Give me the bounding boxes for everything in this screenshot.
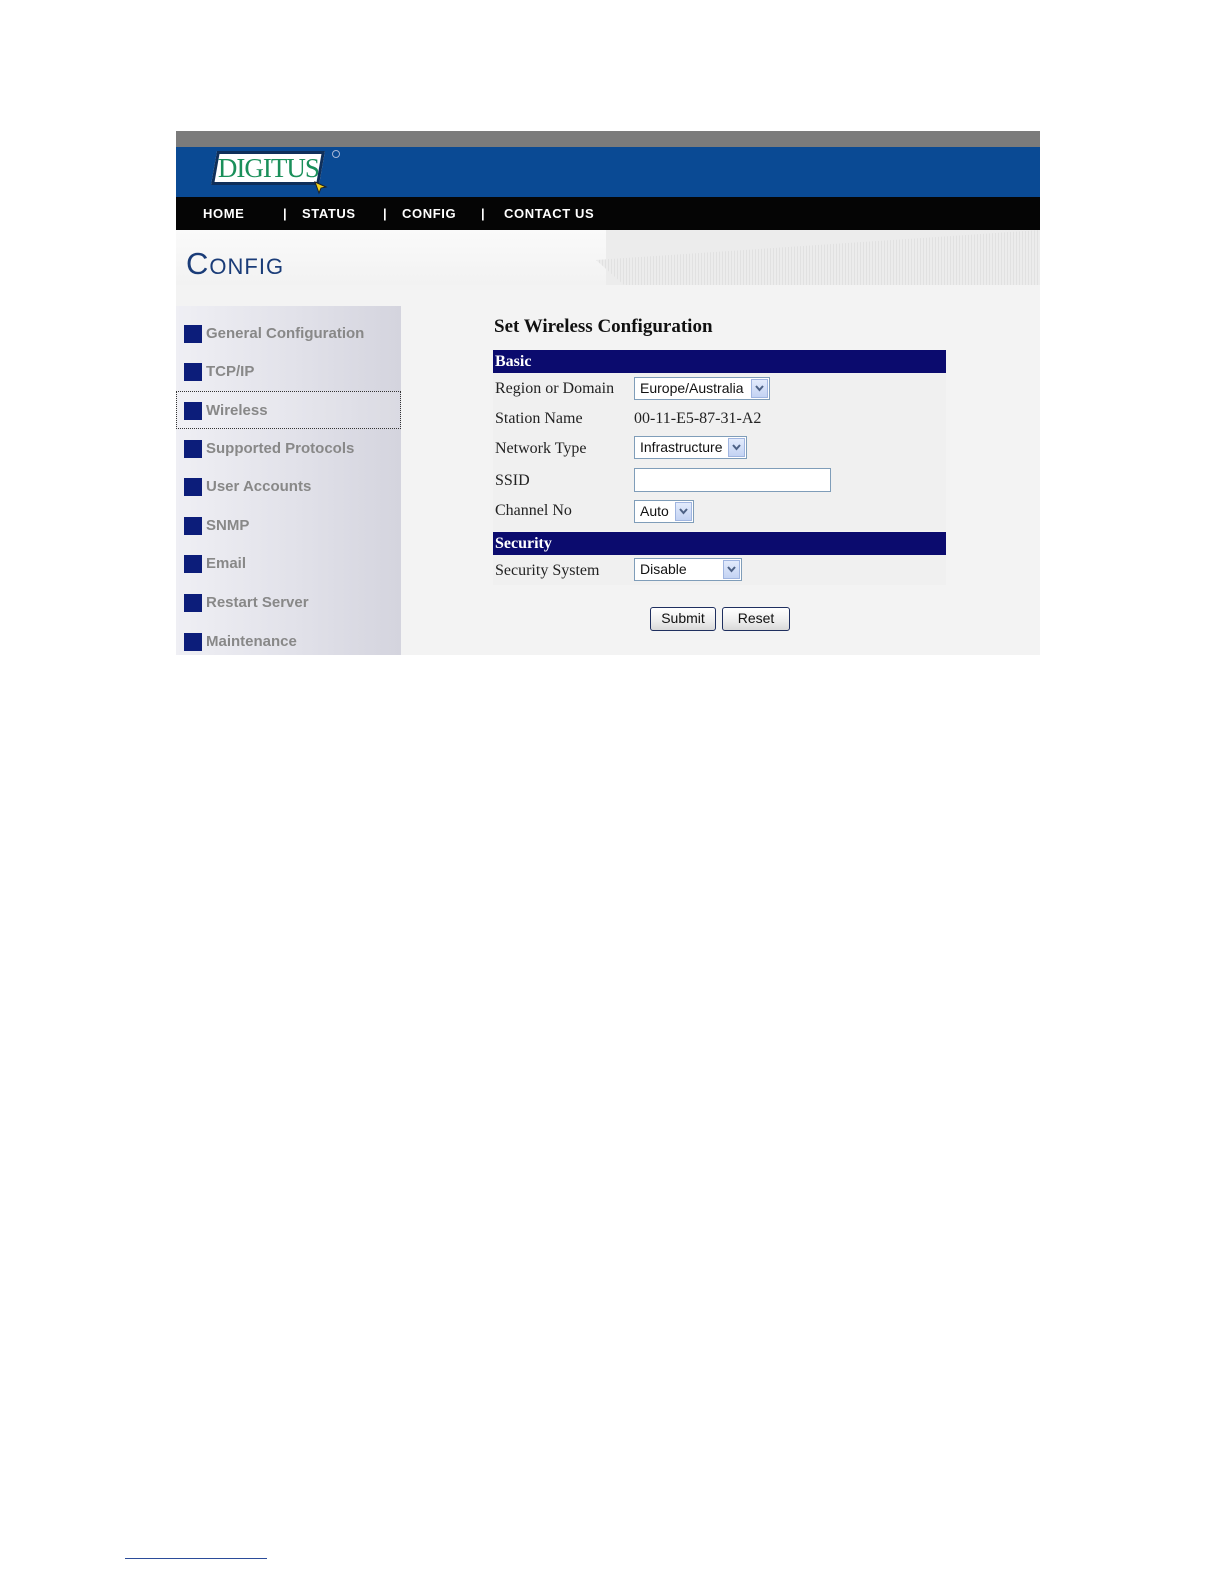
station-name-value: 00-11-E5-87-31-A2 [634,410,762,427]
channel-select[interactable]: Auto [634,500,694,523]
footnote-divider [125,1558,267,1559]
sidebar-item-label: Email [206,555,247,572]
bullet-square-icon [184,633,202,651]
sidebar-item-label: TCP/IP [206,363,255,380]
ssid-label: SSID [495,472,530,489]
sidebar-item-general-configuration[interactable]: General Configuration [176,316,401,352]
network-type-select[interactable]: Infrastructure [634,436,747,459]
page-title-strip: Config [176,230,1040,285]
sidebar-item-label: Wireless [206,402,268,419]
nav-contact-us[interactable]: CONTACT US [504,206,594,221]
station-name-label: Station Name [495,410,583,427]
network-type-label: Network Type [495,440,587,457]
channel-label: Channel No [495,502,572,519]
form-heading: Set Wireless Configuration [494,316,713,337]
top-gray-bar [176,131,1040,147]
chevron-down-icon[interactable] [728,438,745,457]
nav-separator: | [283,206,288,221]
sidebar-item-wireless[interactable]: Wireless [176,391,401,429]
nav-config[interactable]: CONFIG [402,206,456,221]
title-shade-decoration [596,230,1040,285]
bullet-square-icon [184,402,202,420]
router-config-screenshot: DIGITUS HOME | STATUS | CONFIG | CONTACT… [176,131,1040,655]
ssid-input[interactable] [634,468,831,492]
sidebar-item-maintenance[interactable]: Maintenance [176,624,401,655]
sidebar-item-user-accounts[interactable]: User Accounts [176,469,401,505]
chevron-down-icon[interactable] [723,560,740,579]
sidebar-item-label: Maintenance [206,633,297,650]
sidebar-item-label: Restart Server [206,594,309,611]
sidebar-item-label: General Configuration [206,325,365,342]
bullet-square-icon [184,363,202,381]
nav-separator: | [481,206,486,221]
channel-select-value: Auto [640,503,669,519]
chevron-down-icon[interactable] [675,502,692,521]
sidebar-item-email[interactable]: Email [176,546,401,582]
sidebar-item-supported-protocols[interactable]: Supported Protocols [176,431,401,467]
security-section-title: Security [495,535,552,552]
chevron-down-icon[interactable] [751,379,768,398]
sidebar-item-tcp-ip[interactable]: TCP/IP [176,354,401,390]
security-system-select-value: Disable [640,561,687,577]
nav-status[interactable]: STATUS [302,206,356,221]
registered-mark-icon [332,150,340,158]
security-system-select[interactable]: Disable [634,558,742,581]
network-type-select-value: Infrastructure [640,439,723,455]
region-select-value: Europe/Australia [640,380,744,396]
security-system-label: Security System [495,562,600,579]
header-banner: DIGITUS [176,147,1040,197]
sidebar-item-label: SNMP [206,517,250,534]
cursor-arrow-icon [314,181,328,195]
region-label: Region or Domain [495,380,615,397]
reset-button[interactable]: Reset [722,607,790,631]
sidebar: General Configuration TCP/IP Wireless Su… [176,306,401,655]
page-title: Config [186,246,285,281]
bullet-square-icon [184,555,202,573]
security-section-header: Security [493,532,946,555]
submit-button[interactable]: Submit [650,607,716,631]
bullet-square-icon [184,478,202,496]
nav-separator: | [383,206,388,221]
sidebar-item-snmp[interactable]: SNMP [176,508,401,544]
basic-section-title: Basic [495,353,532,370]
sidebar-item-label: Supported Protocols [206,440,355,457]
bullet-square-icon [184,594,202,612]
nav-home[interactable]: HOME [203,206,244,221]
top-navigation: HOME | STATUS | CONFIG | CONTACT US [176,197,1040,230]
sidebar-item-restart-server[interactable]: Restart Server [176,585,401,621]
basic-section-header: Basic [493,350,946,373]
sidebar-item-label: User Accounts [206,478,312,495]
digitus-logo[interactable]: DIGITUS [211,151,325,185]
logo-text: DIGITUS [217,152,319,183]
bullet-square-icon [184,325,202,343]
region-select[interactable]: Europe/Australia [634,377,770,400]
bullet-square-icon [184,517,202,535]
bullet-square-icon [184,440,202,458]
